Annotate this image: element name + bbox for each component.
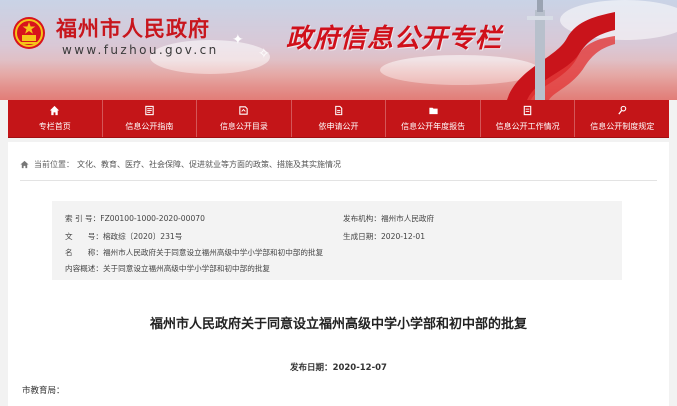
- meta-summary-value: 关于同意设立福州高级中学小学部和初中部的批复: [102, 264, 271, 273]
- nav-item-label: 信息公开制度规定: [590, 122, 655, 131]
- site-name[interactable]: 福州市人民政府: [56, 13, 210, 43]
- nav-item-application[interactable]: 依申请公开: [292, 100, 387, 137]
- main-nav: 专栏首页 信息公开指南 信息公开目录 依申请公开 信息公开年度报告 信息公开工作…: [8, 100, 669, 138]
- divider: [20, 180, 657, 181]
- publish-date-label: 发布日期：: [290, 363, 333, 373]
- catalog-icon: [239, 106, 249, 115]
- huabiao-pillar-decoration: [527, 0, 553, 100]
- guide-icon: [145, 105, 154, 116]
- breadcrumb: 当前位置： 文化、教育、医疗、社会保障、促进就业等方面的政策、措施及其实施情况: [20, 159, 341, 170]
- home-icon: [50, 105, 60, 116]
- meta-date-value: 2020-12-01: [380, 232, 426, 241]
- publish-date: 发布日期：2020-12-07: [8, 361, 669, 373]
- meta-index: 索 引 号：FZ00100-1000-2020-00070: [65, 213, 205, 224]
- meta-date-label: 生成日期：: [343, 232, 381, 241]
- meta-summary: 内容概述：关于同意设立福州高级中学小学部和初中部的批复: [65, 263, 270, 274]
- nav-item-label: 专栏首页: [38, 122, 71, 131]
- national-emblem-icon: [13, 17, 45, 49]
- regulation-icon: [618, 105, 627, 115]
- column-title: 政府信息公开专栏: [286, 24, 503, 54]
- nav-item-annual-report[interactable]: 信息公开年度报告: [386, 100, 481, 137]
- article-salutation: 市教育局：: [22, 386, 65, 396]
- nav-item-work-status[interactable]: 信息公开工作情况: [481, 100, 576, 137]
- meta-name: 名 称：福州市人民政府关于同意设立福州高级中学小学部和初中部的批复: [65, 247, 323, 258]
- meta-issuer-value: 福州市人民政府: [380, 214, 435, 223]
- dove-icon: ✦: [232, 32, 244, 48]
- document-title: 福州市人民政府关于同意设立福州高级中学小学部和初中部的批复: [149, 317, 527, 332]
- nav-item-home[interactable]: 专栏首页: [8, 100, 103, 137]
- meta-doc-no-value: 榕政综〔2020〕231号: [102, 232, 183, 241]
- meta-doc-no-label: 文 号：: [65, 232, 103, 241]
- home-icon: [20, 160, 29, 169]
- nav-item-label: 信息公开指南: [125, 122, 174, 131]
- nav-item-regulation[interactable]: 信息公开制度规定: [575, 100, 669, 137]
- meta-doc-no: 文 号：榕政综〔2020〕231号: [65, 231, 182, 242]
- meta-name-label: 名 称：: [65, 248, 103, 257]
- meta-name-value: 福州市人民政府关于同意设立福州高级中学小学部和初中部的批复: [102, 248, 324, 257]
- report-icon: [428, 107, 438, 115]
- breadcrumb-label: 当前位置：: [34, 160, 74, 169]
- dove-icon: ✧: [258, 46, 270, 62]
- nav-item-label: 信息公开工作情况: [495, 122, 560, 131]
- work-status-icon: [523, 105, 532, 116]
- meta-index-label: 索 引 号：: [65, 214, 101, 223]
- breadcrumb-link[interactable]: 文化、教育、医疗、社会保障、促进就业等方面的政策、措施及其实施情况: [77, 159, 341, 170]
- meta-issuer: 发布机构：福州市人民政府: [343, 213, 434, 224]
- publish-date-value: 2020-12-07: [332, 363, 387, 373]
- nav-item-label: 信息公开年度报告: [401, 122, 466, 131]
- content-panel: 当前位置： 文化、教育、医疗、社会保障、促进就业等方面的政策、措施及其实施情况 …: [8, 142, 669, 406]
- nav-item-label: 依申请公开: [318, 122, 359, 131]
- meta-issuer-label: 发布机构：: [343, 214, 381, 223]
- nav-item-catalog[interactable]: 信息公开目录: [197, 100, 292, 137]
- application-icon: [335, 105, 343, 116]
- meta-index-value: FZ00100-1000-2020-00070: [100, 214, 205, 223]
- meta-summary-label: 内容概述：: [65, 264, 103, 273]
- header-banner: 福州市人民政府 www.fuzhou.gov.cn ✦ ✧ 政府信息公开专栏: [0, 0, 677, 100]
- meta-date: 生成日期：2020-12-01: [343, 231, 425, 242]
- site-url: www.fuzhou.gov.cn: [62, 43, 219, 57]
- nav-item-label: 信息公开目录: [219, 122, 268, 131]
- document-meta-box: 索 引 号：FZ00100-1000-2020-00070 发布机构：福州市人民…: [52, 201, 622, 280]
- nav-item-guide[interactable]: 信息公开指南: [103, 100, 198, 137]
